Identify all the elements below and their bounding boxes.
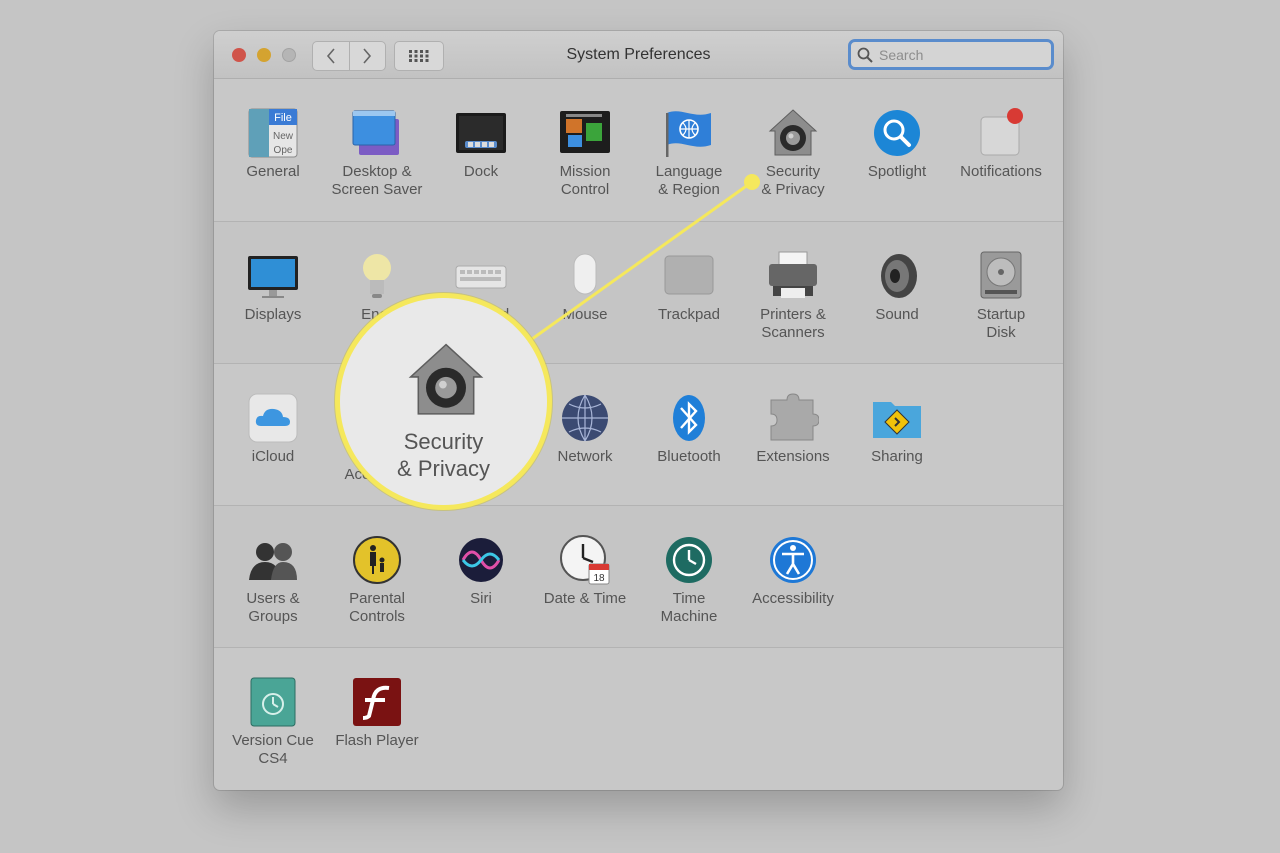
pref-general[interactable]: File New Ope General (221, 79, 325, 221)
pref-label: Trackpad (658, 306, 720, 323)
pref-label: General (246, 163, 300, 180)
pref-label: Time Machine (660, 590, 718, 625)
pref-spotlight[interactable]: Spotlight (845, 79, 949, 221)
time-machine-icon (666, 537, 712, 583)
pref-siri[interactable]: Siri (429, 506, 533, 648)
pref-label: Bluetooth (657, 448, 721, 465)
clock-icon: 18 (560, 535, 610, 585)
pref-label: Printers & Scanners (760, 306, 826, 341)
pref-label: Extensions (756, 448, 830, 465)
pref-label: Version Cue CS4 (232, 732, 314, 767)
pref-label: Dock (463, 163, 499, 180)
pref-label: Sharing (871, 448, 923, 465)
pref-extensions[interactable]: Extensions (741, 364, 845, 506)
pref-bluetooth[interactable]: Bluetooth (637, 364, 741, 506)
pref-time-machine[interactable]: Time Machine (637, 506, 741, 648)
pref-label: Spotlight (867, 163, 927, 180)
pref-printers-scanners[interactable]: Printers & Scanners (741, 222, 845, 364)
svg-text:18: 18 (593, 573, 605, 584)
trackpad-icon (664, 255, 714, 295)
search-field[interactable] (848, 39, 1054, 70)
pref-flash-player[interactable]: Flash Player (325, 648, 429, 790)
speaker-icon (881, 254, 917, 298)
accessibility-icon (770, 537, 816, 583)
flash-icon (353, 678, 401, 726)
folder-icon (873, 402, 921, 438)
printer-icon (769, 251, 817, 298)
parental-icon (353, 536, 401, 584)
pref-label: Mission Control (559, 163, 611, 198)
pref-date-time[interactable]: 18 Date & Time (533, 506, 637, 648)
preferences-section-personal: File New Ope General Desktop & Screen Sa… (214, 79, 1063, 221)
house-lock-icon (768, 109, 818, 156)
pref-label: Flash Player (335, 732, 419, 749)
preferences-section-system: Users & Groups Parental Controls Siri 18… (214, 505, 1063, 648)
pref-security-privacy[interactable]: Security & Privacy (741, 79, 845, 221)
globe-icon (562, 394, 608, 442)
svg-text:New: New (273, 131, 294, 142)
siri-icon (459, 538, 503, 582)
display-icon (248, 256, 298, 298)
house-lock-icon (408, 343, 484, 415)
pref-label: Date & Time (543, 590, 627, 607)
search-input[interactable] (877, 45, 1051, 64)
pref-startup-disk[interactable]: Startup Disk (949, 222, 1053, 364)
pref-mouse[interactable]: Mouse (533, 222, 637, 364)
pref-sound[interactable]: Sound (845, 222, 949, 364)
pref-label: Siri (470, 590, 492, 607)
magnifier-icon (874, 110, 920, 156)
flag-icon (666, 111, 711, 157)
puzzle-icon (770, 393, 819, 441)
pref-notifications[interactable]: Notifications (949, 79, 1053, 221)
pref-mission-control[interactable]: Mission Control (533, 79, 637, 221)
pref-parental-controls[interactable]: Parental Controls (325, 506, 429, 648)
pref-users-groups[interactable]: Users & Groups (221, 506, 325, 648)
pref-displays[interactable]: Displays (221, 222, 325, 364)
preferences-section-other: Version Cue CS4 Flash Player (214, 647, 1063, 790)
pref-icloud[interactable]: iCloud (221, 364, 325, 506)
pref-label: Users & Groups (246, 590, 300, 625)
pref-label: Language & Region (655, 163, 723, 198)
pref-dock[interactable]: Dock (429, 79, 533, 221)
users-icon (249, 543, 297, 580)
pref-accessibility[interactable]: Accessibility (741, 506, 845, 648)
pref-label: Accessibility (752, 590, 834, 607)
mouse-icon (573, 253, 597, 295)
mission-control-icon (560, 111, 610, 153)
title-bar: System Preferences (214, 31, 1063, 79)
notifications-icon (980, 108, 1023, 156)
bluetooth-icon (673, 395, 705, 441)
dock-icon (456, 113, 506, 153)
security-privacy-callout: Security & Privacy (335, 293, 552, 510)
pref-desktop-screen-saver[interactable]: Desktop & Screen Saver (325, 79, 429, 221)
pref-trackpad[interactable]: Trackpad (637, 222, 741, 364)
version-cue-icon (250, 677, 296, 727)
pref-label: Security & Privacy (761, 163, 825, 198)
pref-version-cue[interactable]: Version Cue CS4 (221, 648, 325, 790)
pref-label: Mouse (562, 306, 608, 323)
disk-icon (980, 251, 1022, 299)
lightbulb-icon (363, 254, 391, 298)
pref-label: Network (557, 448, 613, 465)
pref-label: Sound (875, 306, 919, 323)
pref-label: Notifications (960, 163, 1042, 180)
pref-label: Parental Controls (349, 590, 405, 625)
pref-label: iCloud (251, 448, 295, 465)
desktop-icon (352, 110, 399, 155)
pref-sharing[interactable]: Sharing (845, 364, 949, 506)
preferences-section-hardware: Displays Ener d Mouse (214, 221, 1063, 364)
cloud-icon (248, 393, 298, 443)
pref-language-region[interactable]: Language & Region (637, 79, 741, 221)
general-icon: File New Ope (248, 108, 298, 158)
callout-label: Security & Privacy (397, 429, 490, 481)
pref-label: Desktop & Screen Saver (331, 163, 423, 198)
pref-label: Startup Disk (976, 306, 1026, 341)
svg-text:File: File (274, 112, 292, 124)
pref-label: Displays (244, 306, 302, 323)
svg-text:Ope: Ope (274, 145, 293, 156)
search-icon (857, 47, 873, 63)
